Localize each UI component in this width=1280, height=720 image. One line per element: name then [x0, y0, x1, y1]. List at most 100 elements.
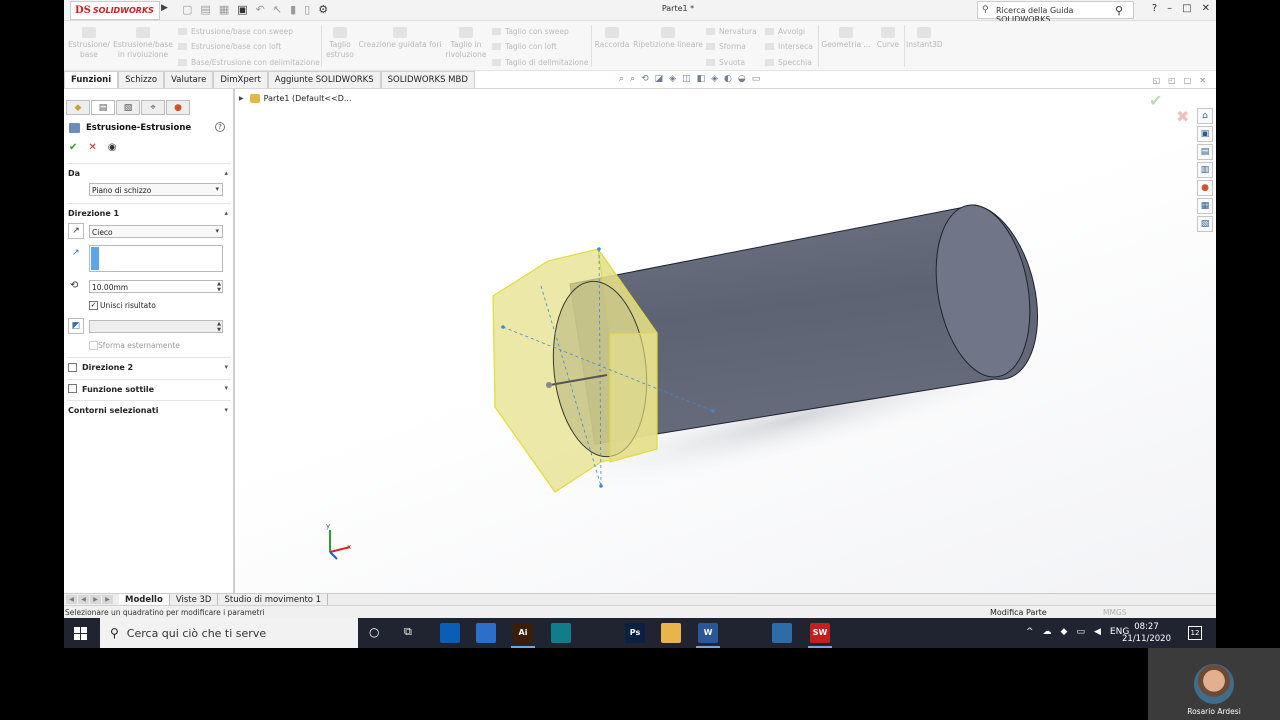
hole-wizard-button[interactable]: Creazione guidata fori — [357, 27, 443, 50]
draft-angle-input[interactable]: ▲ ▼ — [89, 320, 223, 333]
taskbar-app-mail-icon[interactable] — [476, 623, 496, 643]
reverse-direction-button[interactable]: ↗ — [68, 223, 84, 239]
dimxpert-manager-tab[interactable]: ⌖ — [141, 100, 165, 115]
design-library-icon[interactable]: ▤ — [1197, 144, 1213, 160]
direction-selection-box[interactable] — [89, 245, 223, 272]
section-view-icon[interactable]: ◪ — [655, 74, 664, 84]
display-style-icon[interactable]: ◧ — [697, 74, 706, 84]
end-condition-dropdown[interactable]: Cieco ▾ — [89, 225, 223, 238]
tab-studio-movimento[interactable]: Studio di movimento 1 — [218, 593, 329, 606]
shell-button[interactable]: Svuota — [706, 58, 745, 67]
tab-dimxpert[interactable]: DimXpert — [213, 71, 268, 88]
file-explorer-icon[interactable]: ▥ — [1197, 162, 1213, 178]
extruded-cut-button[interactable]: Taglio estruso — [324, 27, 356, 60]
tab-valutare[interactable]: Valutare — [164, 71, 214, 88]
direction1-section-title[interactable]: Direzione 1 — [68, 209, 119, 218]
expand-chevron-icon[interactable]: ▾ — [224, 406, 228, 414]
tab-schizzo[interactable]: Schizzo — [118, 71, 165, 88]
instant3d-button[interactable]: Instant3D — [906, 27, 943, 50]
from-section-title[interactable]: Da — [68, 169, 80, 178]
depth-spinner-icon[interactable]: ▲ ▼ — [217, 281, 221, 293]
linear-pattern-button[interactable]: Ripetizione lineare — [632, 27, 704, 50]
collapse-chevron-icon[interactable]: ▴ — [224, 169, 228, 177]
task-view-icon[interactable]: ⧉ — [404, 625, 412, 639]
taskbar-app-dropbox-icon[interactable] — [440, 623, 460, 643]
intersect-button[interactable]: Interseca — [765, 42, 813, 51]
part-3d-model[interactable]: y x — [235, 89, 1216, 593]
taskbar-app-edge-icon[interactable] — [551, 623, 571, 643]
extruded-boss-button[interactable]: Estrusione/ base — [68, 27, 110, 60]
curves-button[interactable]: Curve — [873, 27, 903, 50]
draft-spinner-icon[interactable]: ▲ ▼ — [217, 321, 221, 333]
taskbar-app-illustrator-icon[interactable]: Ai — [513, 623, 533, 643]
apply-scene-icon[interactable]: ◒ — [738, 74, 746, 84]
last-tab-icon[interactable]: ▶ — [102, 595, 113, 604]
from-dropdown[interactable]: Piano di schizzo ▾ — [89, 183, 223, 196]
tab-viste-3d[interactable]: Viste 3D — [170, 593, 219, 606]
collapse-chevron-icon[interactable]: ▴ — [224, 209, 228, 217]
help-search-input[interactable]: ⚲ Ricerca della Guida SOLIDWORKS ⚲ — [977, 1, 1134, 24]
edit-appearance-icon[interactable]: ◐ — [724, 74, 732, 84]
wrap-button[interactable]: Avvolgi — [765, 27, 805, 36]
windows-start-icon[interactable] — [74, 627, 87, 640]
taskbar-app-solidworks-icon[interactable]: SW — [810, 623, 830, 643]
tab-aggiunte[interactable]: Aggiunte SOLIDWORKS — [267, 71, 381, 88]
boundary-boss-button[interactable]: Base/Estrusione con delimitazione — [178, 58, 320, 67]
network-icon[interactable]: ▭ — [1076, 627, 1085, 637]
configuration-manager-tab[interactable]: ▧ — [116, 100, 140, 115]
draft-button[interactable]: Sforma — [706, 42, 746, 51]
dynamic-annotation-icon[interactable]: ◈ — [669, 74, 676, 84]
detailed-preview-eye-icon[interactable]: ◉ — [108, 142, 117, 153]
onedrive-icon[interactable]: ☁ — [1043, 627, 1052, 637]
taskbar-clock[interactable]: 08:27 21/11/2020 — [1122, 621, 1171, 645]
view-orientation-icon[interactable]: ◫ — [682, 74, 691, 84]
previous-view-icon[interactable]: ⟲ — [641, 74, 649, 84]
swept-boss-button[interactable]: Estrusione/base con sweep — [178, 27, 293, 36]
lofted-cut-button[interactable]: Taglio con loft — [492, 42, 557, 51]
lofted-boss-button[interactable]: Estrusione/base con loft — [178, 42, 281, 51]
depth-input[interactable]: 10.00mm ▲ ▼ — [89, 280, 223, 293]
taskbar-app-app-icon[interactable] — [736, 623, 756, 643]
thin-feature-section-title[interactable]: Funzione sottile — [82, 385, 154, 394]
zoom-area-icon[interactable]: ⌕ — [630, 74, 635, 84]
mirror-button[interactable]: Specchia — [765, 58, 812, 67]
property-manager-tab[interactable]: ▤ — [91, 100, 115, 115]
cortana-icon[interactable]: ○ — [369, 625, 379, 639]
revolved-boss-button[interactable]: Estrusione/base in rivoluzione — [112, 27, 174, 60]
direction2-section-title[interactable]: Direzione 2 — [82, 363, 133, 372]
search-icon[interactable]: ⚲ — [1115, 4, 1123, 17]
maximize-button[interactable]: □ — [1182, 3, 1191, 14]
taskbar-app-photoshop-icon[interactable]: Ps — [625, 623, 645, 643]
view-settings-icon[interactable]: ▭ — [752, 74, 761, 84]
draft-outward-checkbox[interactable] — [89, 341, 98, 350]
handle-arrow-icon[interactable] — [546, 382, 552, 388]
taskbar-search-input[interactable]: ⚲ Cerca qui ciò che ti serve — [100, 618, 358, 648]
volume-icon[interactable]: ◀ — [1094, 627, 1101, 637]
forum-icon[interactable]: ▧ — [1197, 216, 1213, 232]
hide-show-icon[interactable]: ◈ — [711, 74, 718, 84]
close-button[interactable]: ✕ — [1202, 3, 1210, 14]
viewport-restore-icon[interactable]: ◱ — [1153, 76, 1161, 85]
tab-modello[interactable]: Modello — [119, 593, 170, 606]
swept-cut-button[interactable]: Taglio con sweep — [492, 27, 569, 36]
notification-center-icon[interactable]: 12 — [1188, 626, 1202, 640]
expand-chevron-icon[interactable]: ▾ — [224, 363, 228, 371]
help-button[interactable]: ? — [1152, 3, 1157, 14]
zoom-to-fit-icon[interactable]: ⌕ — [619, 74, 624, 84]
viewport-close-icon[interactable]: ✕ — [1199, 76, 1206, 85]
expand-chevron-icon[interactable]: ▾ — [224, 384, 228, 392]
display-manager-tab[interactable]: ● — [166, 100, 190, 115]
appearances-icon[interactable]: ● — [1197, 180, 1213, 196]
viewport-tile-icon[interactable]: ◰ — [1168, 76, 1176, 85]
help-icon[interactable]: ? — [215, 122, 225, 132]
dropbox-tray-icon[interactable]: ◆ — [1061, 627, 1068, 637]
revolved-cut-button[interactable]: Taglio in rivoluzione — [445, 27, 487, 60]
tray-chevron-icon[interactable]: ^ — [1026, 627, 1034, 637]
tab-funzioni[interactable]: Funzioni — [64, 71, 119, 88]
resources-icon[interactable]: ▣ — [1197, 126, 1213, 142]
merge-result-checkbox[interactable]: ✓ — [89, 301, 98, 310]
custom-properties-icon[interactable]: ▦ — [1197, 198, 1213, 214]
units-status[interactable]: MMGS — [1103, 608, 1127, 617]
tab-mbd[interactable]: SOLIDWORKS MBD — [380, 71, 475, 88]
first-tab-icon[interactable]: ◀ — [66, 595, 77, 604]
